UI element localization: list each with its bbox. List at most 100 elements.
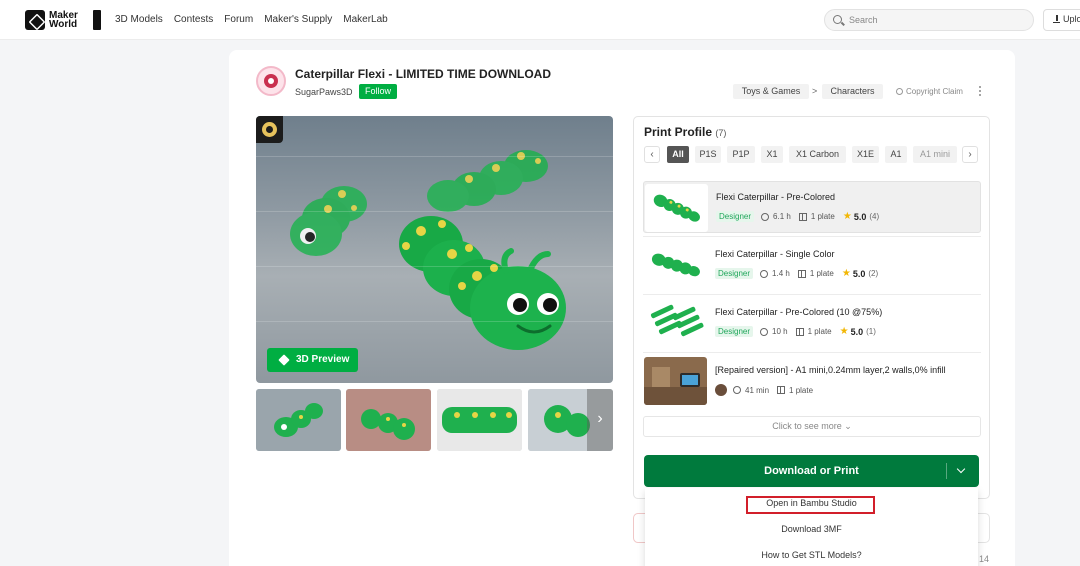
designer-tag: Designer [716,211,755,222]
more-options-icon[interactable] [979,86,982,98]
top-nav: Maker World 3D Models Contests Forum Mak… [0,0,1080,40]
nav-link-contests[interactable]: Contests [174,14,213,25]
rating-value: 5.0 [853,211,867,222]
copyright-claim-label: Copyright Claim [906,87,963,96]
rating-count: (2) [868,269,879,278]
print-time: 1.4 h [772,269,790,278]
star-icon: ★ [839,326,849,337]
3d-preview-button[interactable]: 3D Preview [267,348,358,372]
profile-name: [Repaired version] - A1 mini,0.24mm laye… [715,365,946,375]
profile-thumbnail [645,184,708,232]
clock-icon [733,386,741,394]
profile-item-pre-colored[interactable]: Flexi Caterpillar - Pre-Colored Designer… [643,181,981,233]
filter-chip-p1s[interactable]: P1S [695,146,721,163]
print-time: 6.1 h [773,212,791,221]
model-title: Caterpillar Flexi - LIMITED TIME DOWNLOA… [295,67,552,81]
search-input[interactable] [849,10,1024,30]
profile-item-single-color[interactable]: Flexi Caterpillar - Single Color Designe… [643,239,981,291]
upload-label: Upload [1063,14,1080,24]
nav-links: 3D Models Contests Forum Maker's Supply … [115,14,388,25]
profile-divider [643,236,981,237]
plate-icon [798,212,807,221]
filter-next-arrow-icon[interactable]: › [962,146,978,163]
profile-meta: Designer 10 h 1 plate ★ 5.0 (1) [715,326,876,337]
star-icon: ★ [841,268,851,279]
profile-name: Flexi Caterpillar - Single Color [715,249,835,259]
profile-meta: Designer 1.4 h 1 plate ★ 5.0 (2) [715,268,878,279]
filter-chip-a1[interactable]: A1 [885,146,907,163]
profile-thumbnail [644,241,707,289]
rating-count: (1) [866,327,876,336]
gallery-thumbnail[interactable] [256,389,341,451]
profile-meta: Designer 6.1 h 1 plate ★ 5.0 (4) [716,211,879,222]
star-icon: ★ [842,211,852,222]
author-avatar[interactable] [256,66,286,96]
print-time: 41 min [745,385,770,395]
plate-icon [797,269,806,278]
chevron-down-icon: ⌄ [844,421,852,431]
upload-icon [1053,15,1060,23]
clock-icon [761,212,770,221]
plate-count: 1 plate [789,385,814,395]
gallery-next-arrow-icon[interactable]: › [587,389,613,451]
plate-count: 1 plate [810,212,835,221]
logo-text: Maker World [49,10,78,30]
print-profile-title-text: Print Profile [644,125,713,139]
logo-mark-icon [25,10,45,30]
profile-item-repaired-version[interactable]: [Repaired version] - A1 mini,0.24mm laye… [643,355,981,407]
highlight-box [746,496,875,514]
gallery-thumbnail[interactable] [346,389,431,451]
main-model-image[interactable] [256,116,613,383]
filter-chip-a1-mini[interactable]: A1 mini [913,146,957,163]
designer-tag: Designer [715,326,754,337]
rating-count: (4) [869,212,880,221]
plate-count: 1 plate [807,327,832,336]
profile-item-pre-colored-10[interactable]: Flexi Caterpillar - Pre-Colored (10 @75%… [643,297,981,349]
filter-chip-p1p[interactable]: P1P [727,146,755,163]
filter-chip-all[interactable]: All [667,146,689,163]
side-panel-fragment [633,513,645,543]
see-more-label: Click to see more [772,421,842,431]
nav-link-3d-models[interactable]: 3D Models [115,14,163,25]
profile-meta: 41 min 1 plate [715,384,813,396]
profile-thumbnail [644,299,707,347]
logo-badge-icon [93,10,101,30]
profile-divider [643,352,981,353]
nav-link-makerlab[interactable]: MakerLab [343,14,387,25]
copyright-icon [896,88,903,95]
filter-chip-x1-carbon[interactable]: X1 Carbon [789,146,846,163]
print-profile-title: Print Profile (7) [644,125,726,139]
breadcrumb-characters[interactable]: Characters [822,84,883,99]
filter-chip-x1e[interactable]: X1E [852,146,879,163]
clock-icon [760,327,769,336]
print-time: 10 h [772,327,788,336]
follow-button[interactable]: Follow [359,84,397,99]
filter-chip-x1[interactable]: X1 [761,146,783,163]
see-more-button[interactable]: Click to see more ⌄ [643,416,981,437]
search-box [824,9,1034,31]
gallery-thumbnail[interactable] [437,389,522,451]
breadcrumb-separator: > [812,86,818,96]
uploader-avatar [715,384,727,396]
3d-preview-label: 3D Preview [296,354,350,365]
makerworld-logo[interactable]: Maker World [25,10,101,30]
nav-link-forum[interactable]: Forum [224,14,253,25]
profile-divider [643,294,981,295]
menu-item-how-to-get-stl[interactable]: How to Get STL Models? [645,550,978,560]
upload-button[interactable]: Upload [1043,9,1080,31]
cube-icon [278,354,290,366]
filter-prev-arrow-icon[interactable]: ‹ [644,146,660,163]
author-name[interactable]: SugarPaws3D [295,87,353,97]
breadcrumb-toys-games[interactable]: Toys & Games [733,84,809,99]
profile-thumbnail [644,357,707,405]
download-or-print-button[interactable]: Download or Print [644,455,979,487]
search-icon [833,15,842,24]
plate-icon [795,327,804,336]
clock-icon [760,269,769,278]
nav-link-makers-supply[interactable]: Maker's Supply [264,14,332,25]
footer-number: 14 [979,554,990,564]
plate-icon [777,386,786,394]
rating-value: 5.0 [850,326,864,337]
copyright-claim-link[interactable]: Copyright Claim [896,87,963,96]
menu-item-download-3mf[interactable]: Download 3MF [645,524,978,534]
